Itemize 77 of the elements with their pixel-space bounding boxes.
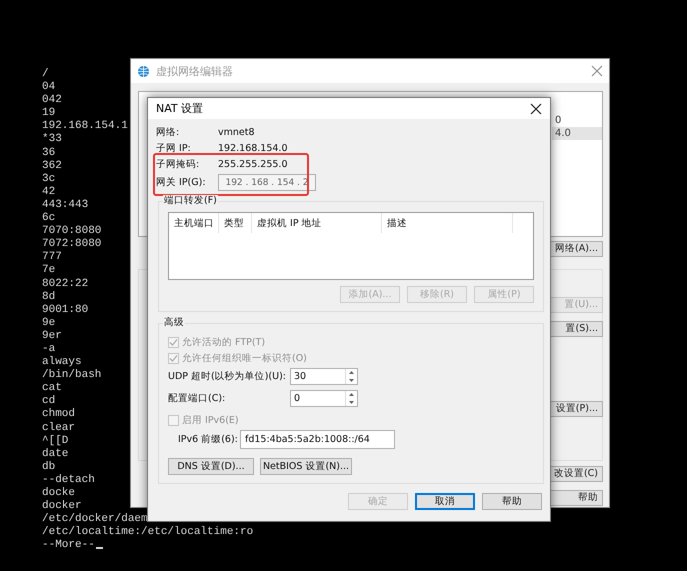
- group-title: 端口转发(F): [163, 195, 218, 207]
- terminal-line: *33: [42, 133, 62, 147]
- terminal-line: 8022:22: [42, 278, 88, 291]
- list-row[interactable]: 0: [552, 114, 602, 127]
- spin-down-button[interactable]: [346, 376, 357, 384]
- terminal-line: 19: [42, 107, 56, 120]
- info-value: vmnet8: [218, 126, 256, 139]
- button[interactable]: 取消: [415, 493, 475, 510]
- ipv6-prefix-field[interactable]: fd15:4ba5:5a2b:1008::/64: [240, 430, 395, 449]
- checkbox-label: 启用 IPv6(E): [182, 414, 239, 427]
- info-label: 网络:: [156, 126, 180, 139]
- terminal-line: 04: [42, 81, 56, 94]
- info-label: 子网 IP:: [156, 142, 192, 155]
- terminal-line: db: [42, 460, 56, 474]
- terminal-line: -a: [42, 342, 56, 356]
- column-header[interactable]: 描述: [382, 213, 513, 233]
- field-label: 配置端口(C):: [168, 392, 226, 405]
- close-icon[interactable]: [530, 102, 542, 114]
- terminal-line: 9001:80: [42, 304, 88, 317]
- column-header[interactable]: 主机端口: [169, 213, 219, 233]
- button[interactable]: 帮助: [482, 493, 542, 510]
- checkbox-label: 允许任何组织唯一标识符(O): [182, 352, 307, 365]
- terminal-line: /etc/localtime:/etc/localtime:ro: [42, 526, 254, 540]
- terminal-line: /bin/bash: [42, 369, 102, 382]
- terminal-line: 443:443: [42, 198, 88, 212]
- terminal-line: 777: [42, 251, 62, 264]
- terminal-line: docke: [42, 487, 76, 500]
- caret-up-icon: [349, 371, 354, 374]
- button[interactable]: DNS 设置(D)...: [168, 458, 254, 475]
- button[interactable]: NetBIOS 设置(N)...: [260, 458, 352, 475]
- terminal-line: 6c: [42, 212, 56, 226]
- list-row[interactable]: 4.0: [552, 127, 602, 140]
- terminal-line: 42: [42, 186, 56, 199]
- terminal-line: always: [42, 356, 82, 369]
- spin-up-button[interactable]: [346, 391, 357, 398]
- terminal-line: 7070:8080: [42, 225, 102, 238]
- caret-down-icon: [349, 400, 354, 404]
- terminal-line: docker: [42, 500, 82, 513]
- terminal-line: --More--: [42, 539, 103, 552]
- info-label: 子网掩码:: [156, 158, 200, 171]
- terminal-line: 192.168.154.1: [42, 120, 128, 133]
- window-title: 虚拟网络编辑器: [156, 64, 234, 78]
- terminal-line: 042: [42, 94, 62, 108]
- info-value: 255.255.255.0: [218, 158, 289, 171]
- terminal-line: 3c: [42, 172, 56, 186]
- terminal-line: --detach: [42, 474, 95, 487]
- column-header[interactable]: 类型: [219, 213, 252, 233]
- terminal-line: 9er: [42, 330, 62, 343]
- number-field[interactable]: 30: [290, 368, 358, 385]
- terminal-line: 36: [42, 146, 56, 160]
- number-field[interactable]: 0: [290, 390, 358, 407]
- terminal-line: clear: [42, 422, 76, 435]
- terminal-line: 7e: [42, 264, 56, 278]
- terminal-line: cd: [42, 395, 56, 408]
- globe-icon: [137, 64, 150, 78]
- terminal-line: cat: [42, 382, 62, 395]
- terminal-line: 362: [42, 160, 62, 173]
- dialog-title: NAT 设置: [156, 101, 204, 116]
- terminal-line: ^[[D: [42, 434, 68, 448]
- terminal-line: chmod: [42, 408, 76, 422]
- terminal-line: /: [42, 68, 49, 82]
- terminal-line: 8d: [42, 290, 56, 304]
- spin-down-button[interactable]: [346, 398, 357, 406]
- spin-up-button[interactable]: [346, 369, 357, 376]
- info-value: 192.168.154.0: [218, 142, 289, 155]
- checkbox-label: 允许活动的 FTP(T): [182, 336, 266, 349]
- field-label: 网关 IP(G):: [156, 176, 207, 189]
- field-label: IPv6 前缀(6):: [178, 433, 239, 446]
- group-title: 高级: [163, 317, 185, 329]
- caret-down-icon: [349, 378, 354, 382]
- column-header[interactable]: 虚拟机 IP 地址: [252, 213, 382, 233]
- field-label: UDP 超时(以秒为单位)(U):: [168, 370, 287, 383]
- terminal-line: 7072:8080: [42, 238, 102, 252]
- terminal-line: date: [42, 448, 68, 461]
- terminal-line: 9e: [42, 316, 56, 330]
- caret-up-icon: [349, 393, 354, 396]
- terminal-line: /etc/docker/daem: [42, 513, 148, 526]
